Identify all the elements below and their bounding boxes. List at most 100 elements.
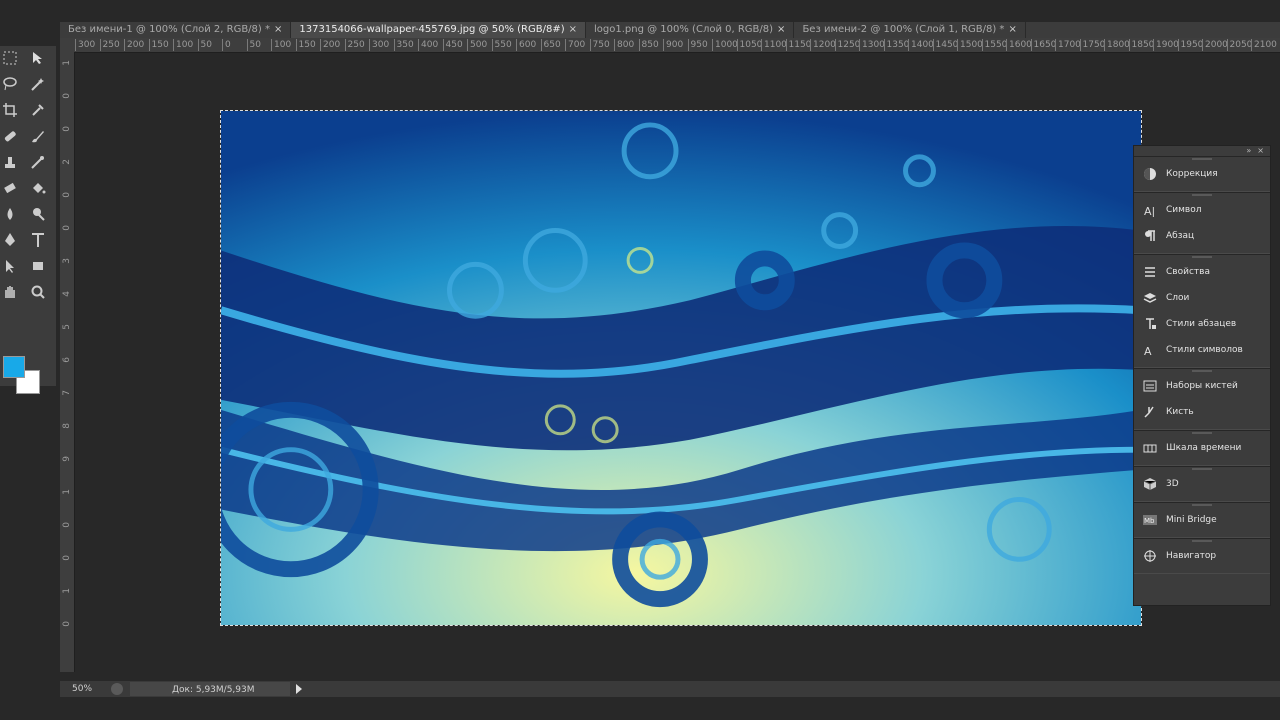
ruler-tick-label: 1700 <box>1055 39 1081 51</box>
ruler-tick-label: 700 <box>565 39 585 51</box>
panel-item-label: Стили символов <box>1166 345 1243 355</box>
panel-item[interactable]: Коррекция <box>1134 161 1270 187</box>
horizontal-ruler[interactable]: 300 250 200 150 100 50 0 50 100 150 200 250 300 350 40… <box>60 38 1280 53</box>
ruler-tick-label: 1150 <box>785 39 811 51</box>
panel-item[interactable]: 3D <box>1134 471 1270 497</box>
hand-tool[interactable] <box>0 282 20 302</box>
ruler-tick-label: 1 <box>62 60 72 66</box>
marquee-tool[interactable] <box>0 48 20 68</box>
ruler-tick-label: 1 <box>62 588 72 594</box>
panel-header: » × <box>1134 146 1270 156</box>
collapse-icon[interactable]: » <box>1246 146 1251 156</box>
type-tool[interactable] <box>28 230 48 250</box>
panel-item-label: Наборы кистей <box>1166 381 1238 391</box>
panel-item[interactable]: Навигатор <box>1134 543 1270 569</box>
ruler-tick-label: 950 <box>687 39 708 51</box>
panel-item-label: Свойства <box>1166 267 1210 277</box>
zoom-level[interactable]: 50% <box>72 681 92 697</box>
svg-text:A: A <box>1144 345 1152 357</box>
stamp-icon <box>5 157 15 168</box>
panel-item-label: Кисть <box>1166 407 1194 417</box>
tab-label: logo1.png @ 100% (Слой 0, RGB/8) <box>594 24 774 35</box>
panel-item[interactable]: Абзац <box>1134 223 1270 249</box>
shape-tool[interactable] <box>28 256 48 276</box>
panel-item[interactable]: Слои <box>1134 285 1270 311</box>
close-tab-icon[interactable]: × <box>274 22 282 38</box>
tab-label: Без имени-2 @ 100% (Слой 1, RGB/8) * <box>802 24 1005 35</box>
eyedropper-icon <box>32 104 44 116</box>
stamp-tool[interactable] <box>0 152 20 172</box>
status-menu-arrow-icon[interactable] <box>296 684 302 694</box>
panel-item[interactable]: Mb Mini Bridge <box>1134 507 1270 533</box>
document-tab[interactable]: logo1.png @ 100% (Слой 0, RGB/8) × <box>586 22 795 38</box>
ruler-tick-label: 200 <box>320 39 340 51</box>
eyedropper-tool[interactable] <box>28 100 48 120</box>
ruler-tick-label: 800 <box>614 39 634 51</box>
history-brush-tool[interactable] <box>28 152 48 172</box>
cube-icon <box>1143 478 1157 490</box>
ruler-tick-label: 1400 <box>908 39 934 51</box>
panel-item[interactable]: A Стили символов <box>1134 337 1270 363</box>
tab-label: 1373154066-wallpaper-455769.jpg @ 50% (R… <box>299 24 565 35</box>
ruler-tick-label: 2100 <box>1251 39 1277 51</box>
blur-tool[interactable] <box>0 204 20 224</box>
share-icon[interactable] <box>111 683 123 695</box>
ruler-tick-label: 550 <box>491 39 512 51</box>
ruler-tick-label: 300 <box>75 39 95 51</box>
svg-text:A|: A| <box>1144 205 1155 217</box>
lasso-tool[interactable] <box>0 74 20 94</box>
eraser-tool[interactable] <box>0 178 20 198</box>
ruler-tick-label: 0 <box>62 555 72 561</box>
blur-icon <box>7 208 13 220</box>
document-tab[interactable]: 1373154066-wallpaper-455769.jpg @ 50% (R… <box>291 22 586 38</box>
panel-item[interactable]: Кисть <box>1134 399 1270 425</box>
ruler-tick-label: 1800 <box>1104 39 1130 51</box>
panel-group: Навигатор <box>1134 538 1270 574</box>
close-tab-icon[interactable]: × <box>569 22 577 38</box>
history-brush-icon <box>31 156 44 169</box>
pen-tool[interactable] <box>0 230 20 250</box>
document-tabbar: Без имени-1 @ 100% (Слой 2, RGB/8) * × 137… <box>60 22 1280 38</box>
hand-icon <box>5 286 15 298</box>
bucket-icon <box>33 183 46 194</box>
panel-item-label: Навигатор <box>1166 551 1217 561</box>
panel-group: 3D <box>1134 466 1270 502</box>
ruler-tick-label: 100 <box>271 39 291 51</box>
close-tab-icon[interactable]: × <box>777 22 785 38</box>
panel-item[interactable]: A| Символ <box>1134 197 1270 223</box>
quick-select-tool[interactable] <box>28 74 48 94</box>
ruler-tick-label: 500 <box>467 39 487 51</box>
ruler-tick-label: 0 <box>62 621 72 627</box>
panel-item-label: 3D <box>1166 479 1179 489</box>
zoom-tool[interactable] <box>28 282 48 302</box>
document-canvas[interactable] <box>220 110 1142 626</box>
wallpaper-image <box>221 111 1141 625</box>
panel-item[interactable]: Стили абзацев <box>1134 311 1270 337</box>
ruler-tick-label: 1950 <box>1177 39 1203 51</box>
panel-item-label: Mini Bridge <box>1166 515 1217 525</box>
crop-tool[interactable] <box>0 100 20 120</box>
close-icon[interactable]: × <box>1257 146 1264 156</box>
dodge-tool[interactable] <box>28 204 48 224</box>
pen-icon <box>5 233 15 246</box>
path-select-tool[interactable] <box>0 256 20 276</box>
document-tab[interactable]: Без имени-2 @ 100% (Слой 1, RGB/8) * × <box>794 22 1026 38</box>
panel-item[interactable]: Свойства <box>1134 259 1270 285</box>
move-tool[interactable] <box>28 48 48 68</box>
close-tab-icon[interactable]: × <box>1008 22 1016 38</box>
ruler-tick-label: 8 <box>62 423 72 429</box>
healing-tool[interactable] <box>0 126 20 146</box>
bucket-tool[interactable] <box>28 178 48 198</box>
ruler-tick-label: 1650 <box>1030 39 1056 51</box>
brush-tool[interactable] <box>28 126 48 146</box>
vertical-ruler[interactable]: 100200345678910010 <box>60 52 75 672</box>
panel-item[interactable]: Шкала времени <box>1134 435 1270 461</box>
panel-item[interactable]: Наборы кистей <box>1134 373 1270 399</box>
document-tab[interactable]: Без имени-1 @ 100% (Слой 2, RGB/8) * × <box>60 22 292 38</box>
ruler-tick-label: 0 <box>222 39 231 51</box>
foreground-color-swatch[interactable] <box>3 356 25 378</box>
arrow-icon <box>6 260 14 273</box>
tools-panel <box>0 46 56 394</box>
ruler-tick-label: 650 <box>540 39 561 51</box>
ruler-tick-label: 1900 <box>1153 39 1179 51</box>
